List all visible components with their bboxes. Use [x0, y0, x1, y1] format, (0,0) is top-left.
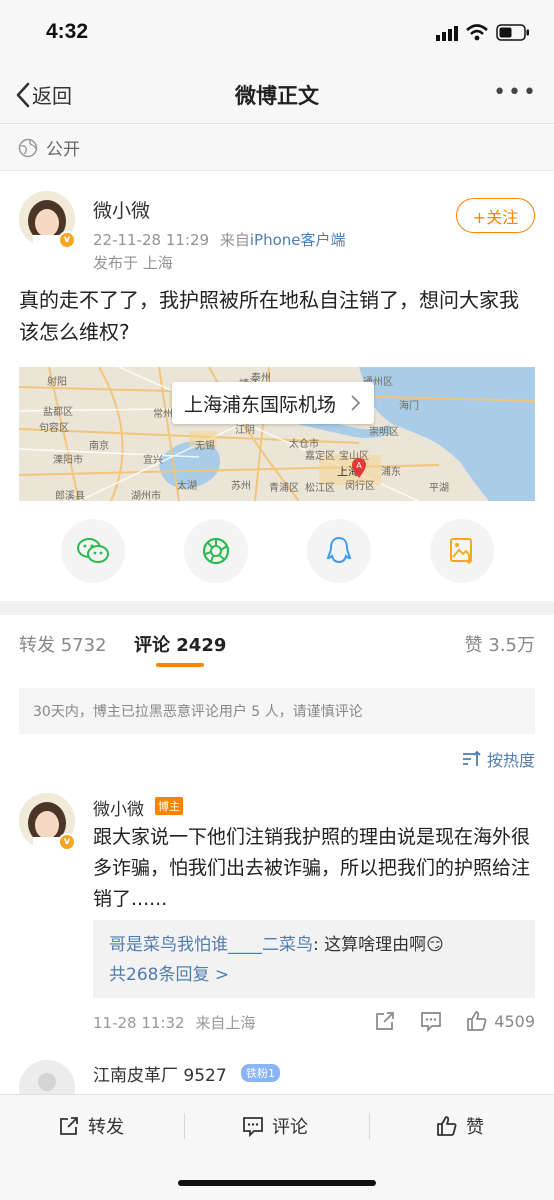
view-replies-link[interactable]: 共268条回复 >: [109, 960, 519, 990]
comment-meta: 11-28 11:32 来自上海: [93, 1012, 255, 1033]
divider: [184, 1113, 185, 1139]
wifi-icon: [466, 24, 488, 41]
qq-icon: [326, 536, 352, 564]
map-label: 湖州市: [131, 491, 161, 501]
comment-location: 来自上海: [195, 1014, 256, 1032]
map-label: 松江区: [305, 483, 335, 494]
wechat-icon: [77, 538, 109, 563]
comment-author-name[interactable]: 江南皮革厂 9527: [93, 1061, 227, 1086]
sort-label: 按热度: [486, 751, 535, 770]
comment-icon[interactable]: [420, 1010, 442, 1032]
comment-actions: 4509: [374, 1010, 535, 1032]
map-label: 盐都区: [43, 407, 73, 418]
map-label: 太仓市: [289, 439, 319, 450]
post-location: 发布于 上海: [93, 254, 173, 272]
globe-icon: [18, 138, 38, 157]
comment-text: 跟大家说一下他们注销我护照的理由说是现在海外很多诈骗，怕我们出去被诈骗，所以把我…: [93, 826, 531, 910]
post-timestamp: 22-11-28 11:29: [93, 231, 210, 249]
sort-icon: [462, 750, 481, 766]
visibility-row: 公开: [0, 125, 554, 171]
thumbs-up-icon: [437, 1116, 457, 1136]
bottom-like-button[interactable]: 赞: [436, 1113, 484, 1139]
map-label: 海门: [399, 401, 419, 412]
visibility-label: 公开: [46, 140, 80, 160]
map-label: 浦东: [381, 467, 401, 478]
map-label: 句容区: [39, 423, 69, 434]
chevron-right-icon: [351, 395, 361, 411]
fan-badge: 铁粉1: [241, 1064, 280, 1082]
comment-notice: 30天内，博主已拉黑恶意评论用户 5 人，请谨慎评论: [19, 688, 535, 734]
save-image-button[interactable]: [430, 519, 494, 583]
bottom-repost-button[interactable]: 转发: [58, 1113, 124, 1139]
map-label: 宜兴: [143, 455, 163, 466]
map-label: 射阳: [47, 377, 67, 388]
page-title: 微博正文: [235, 84, 319, 108]
reply-preview[interactable]: 哥是菜鸟我怕谁____二菜鸟: 这算啥理由啊😏 共268条回复 >: [93, 920, 535, 998]
active-tab-indicator: [156, 663, 204, 667]
bottom-repost-label: 转发: [88, 1117, 124, 1138]
map-label: 太湖: [177, 481, 197, 492]
svg-text:A: A: [356, 461, 362, 470]
home-indicator[interactable]: [178, 1180, 376, 1186]
verified-icon: v: [58, 833, 76, 851]
moments-icon: [202, 537, 230, 565]
comment-icon: [243, 1117, 263, 1137]
share-wechat-button[interactable]: [61, 519, 125, 583]
map-label: 苏州: [231, 481, 251, 492]
post-source[interactable]: iPhone客户端: [250, 231, 346, 249]
share-moments-button[interactable]: [184, 519, 248, 583]
signal-icon: [436, 26, 458, 41]
comment-time: 11-28 11:32: [93, 1014, 185, 1032]
sort-button[interactable]: 按热度: [461, 747, 535, 771]
follow-button[interactable]: +关注: [456, 198, 535, 233]
map-label: 郎溪县: [55, 491, 85, 501]
save-image-icon: [450, 538, 473, 565]
share-qq-button[interactable]: [307, 519, 371, 583]
map-label: 青浦区: [269, 483, 299, 494]
status-time: 4:32: [46, 20, 89, 43]
interaction-tabs: 转发 5732 评论 2429 赞 3.5万: [0, 615, 554, 671]
nav-bar: 返回 微博正文 •••: [0, 66, 554, 124]
reply-user[interactable]: 哥是菜鸟我怕谁____二菜鸟: [109, 935, 313, 955]
bottom-comment-button[interactable]: 评论: [242, 1113, 308, 1139]
map-label: 溧阳市: [53, 455, 83, 466]
owner-badge: 博主: [155, 797, 183, 815]
map-pin-icon: A: [352, 458, 366, 478]
post-author-name[interactable]: 微小微: [93, 196, 150, 223]
tab-likes[interactable]: 赞 3.5万: [465, 631, 535, 657]
map-label: 崇明区: [369, 427, 399, 438]
bottom-like-label: 赞: [466, 1117, 484, 1138]
post-text: 真的走不了了，我护照被所在地私自注销了，想问大家我该怎么维权?: [19, 288, 519, 344]
map-label: 平湖: [429, 483, 449, 494]
like-count: 4509: [494, 1011, 535, 1031]
map-place-name: 上海浦东国际机场: [184, 393, 337, 416]
battery-icon: [496, 24, 529, 41]
verified-icon: v: [58, 231, 76, 249]
comment-author-name[interactable]: 微小微: [93, 795, 144, 820]
bottom-comment-label: 评论: [272, 1117, 308, 1138]
divider: [369, 1113, 370, 1139]
like-button[interactable]: 4509: [466, 1010, 535, 1032]
map-label: 常州: [153, 409, 173, 420]
tab-comments[interactable]: 评论 2429: [134, 631, 226, 657]
map-label: 无锡: [195, 441, 215, 452]
share-icon[interactable]: [374, 1010, 396, 1032]
share-icon: [60, 1117, 78, 1135]
thumbs-up-icon: [467, 1011, 487, 1031]
reply-text: : 这算啥理由啊😏: [313, 935, 444, 955]
post-source-prefix: 来自: [219, 231, 250, 249]
status-bar: 4:32: [0, 0, 554, 66]
section-divider: [0, 601, 554, 615]
more-menu-button[interactable]: •••: [493, 80, 538, 105]
map-label: 南京: [89, 441, 109, 452]
map-place-card[interactable]: 上海浦东国际机场: [172, 382, 375, 424]
tab-repost[interactable]: 转发 5732: [19, 631, 107, 657]
map-label: 闵行区: [345, 481, 375, 492]
post-meta: 22-11-28 11:29 来自iPhone客户端: [93, 229, 346, 250]
